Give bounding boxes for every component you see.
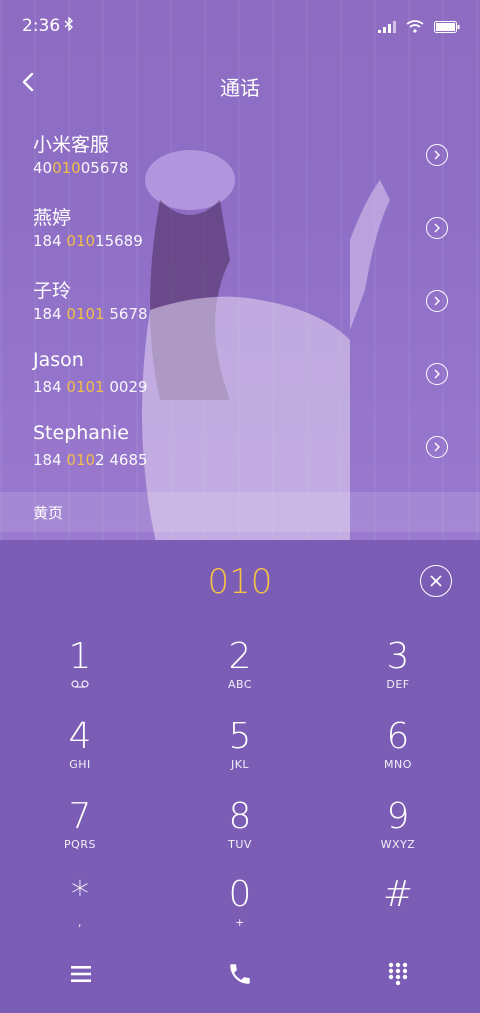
key-digit: 4: [68, 716, 92, 757]
contact-number: 184 0101 0029: [33, 378, 148, 396]
contact-number: 4001005678: [33, 159, 129, 177]
page-title: 通话: [220, 76, 260, 100]
key-digit: 5: [228, 716, 252, 757]
contact-row[interactable]: Jason 184 0101 0029: [0, 337, 480, 410]
bluetooth-icon: [64, 16, 74, 35]
key-letters: MNO: [384, 758, 412, 771]
key-hash[interactable]: #: [338, 876, 458, 916]
clear-icon[interactable]: [420, 565, 452, 597]
chevron-right-icon[interactable]: [426, 363, 448, 385]
bottom-bar: [0, 954, 480, 994]
contact-number: 184 0102 4685: [33, 451, 148, 469]
menu-icon[interactable]: [61, 954, 101, 994]
key-digit: *: [71, 874, 89, 915]
key-0[interactable]: 0 +: [180, 874, 300, 930]
chevron-right-icon[interactable]: [426, 290, 448, 312]
status-time: 2:36: [22, 16, 61, 36]
status-bar: 2:36: [0, 0, 480, 52]
chevron-right-icon[interactable]: [426, 217, 448, 239]
battery-icon: [434, 18, 460, 38]
contact-number: 184 0101 5678: [33, 305, 148, 323]
key-letters: ABC: [227, 678, 253, 691]
signal-icon: [378, 18, 396, 38]
header: 通话: [0, 64, 480, 104]
key-digit: 3: [386, 636, 410, 677]
contact-name: Stephanie: [33, 422, 129, 444]
key-letters: DEF: [386, 678, 410, 691]
contact-row[interactable]: 燕婷 184 01015689: [0, 191, 480, 264]
keypad-icon[interactable]: [378, 954, 418, 994]
yellow-pages-row[interactable]: 黄页: [0, 492, 480, 532]
key-digit: #: [382, 874, 414, 915]
yellow-pages-label: 黄页: [33, 504, 64, 522]
contact-list: 小米客服 4001005678 燕婷 184 01015689 子玲 184 0…: [0, 118, 480, 483]
key-1[interactable]: 1: [20, 638, 140, 691]
typed-number: 010: [207, 562, 273, 602]
key-letters: GHI: [69, 758, 91, 771]
contact-row[interactable]: Stephanie 184 0102 4685: [0, 410, 480, 483]
contact-name: Jason: [33, 349, 84, 371]
key-star[interactable]: * ,: [20, 874, 140, 930]
key-digit: 0: [228, 874, 252, 915]
key-letters: TUV: [228, 838, 252, 851]
key-8[interactable]: 8 TUV: [180, 796, 300, 852]
contact-row[interactable]: 小米客服 4001005678: [0, 118, 480, 191]
key-digit: 9: [386, 796, 410, 837]
key-letters: +: [235, 916, 245, 929]
status-icons: [378, 18, 460, 38]
contact-row[interactable]: 子玲 184 0101 5678: [0, 264, 480, 337]
key-letters: WXYZ: [380, 838, 416, 851]
wallpaper-area: 6 2:36 通话 小米客服 4001005678: [0, 0, 480, 540]
chevron-right-icon[interactable]: [426, 436, 448, 458]
key-digit: 7: [68, 796, 92, 837]
key-letters: PQRS: [64, 838, 96, 851]
contact-name: 小米客服: [33, 134, 110, 156]
key-letters: JKL: [230, 758, 250, 771]
dialer-panel: 010 1 2 ABC 3 DEF 4 GHI 5 JKL 6 MNO 7 PQ…: [0, 540, 480, 1013]
key-3[interactable]: 3 DEF: [338, 636, 458, 692]
contact-name: 燕婷: [33, 207, 72, 229]
key-5[interactable]: 5 JKL: [180, 716, 300, 772]
contact-number: 184 01015689: [33, 232, 143, 250]
wifi-icon: [406, 18, 424, 38]
key-6[interactable]: 6 MNO: [338, 716, 458, 772]
key-letters: ,: [78, 916, 82, 929]
key-7[interactable]: 7 PQRS: [20, 796, 140, 852]
key-digit: 8: [228, 796, 252, 837]
phone-icon[interactable]: [220, 954, 260, 994]
key-9[interactable]: 9 WXYZ: [338, 796, 458, 852]
key-digit: 6: [386, 716, 410, 757]
key-digit: 2: [228, 636, 252, 677]
chevron-right-icon[interactable]: [426, 144, 448, 166]
key-digit: 1: [68, 636, 92, 677]
contact-name: 子玲: [33, 280, 72, 302]
voicemail-icon: [20, 678, 140, 691]
key-4[interactable]: 4 GHI: [20, 716, 140, 772]
key-2[interactable]: 2 ABC: [180, 636, 300, 692]
